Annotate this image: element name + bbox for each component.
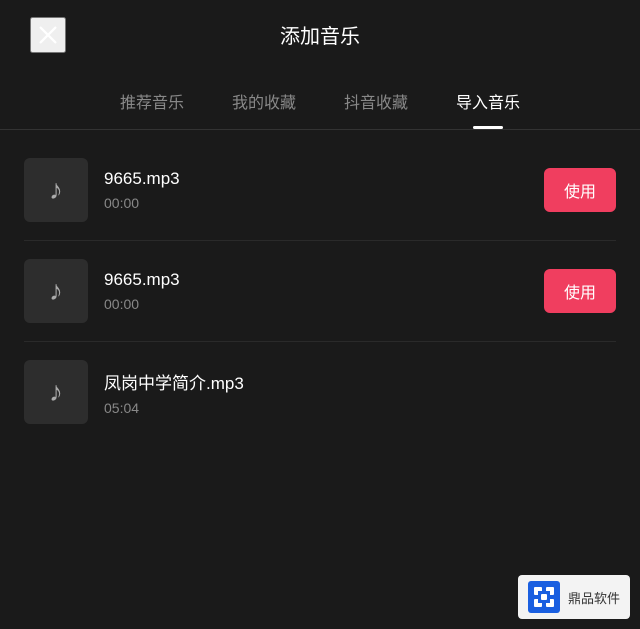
- music-thumbnail: ♪: [24, 360, 88, 424]
- list-item: ♪ 9665.mp3 00:00 使用: [0, 241, 640, 341]
- tab-bar: 推荐音乐 我的收藏 抖音收藏 导入音乐: [0, 69, 640, 130]
- tab-import[interactable]: 导入音乐: [432, 79, 544, 129]
- music-name: 9665.mp3: [104, 169, 528, 189]
- watermark-logo: [528, 581, 560, 613]
- list-item: ♪ 9665.mp3 00:00 使用: [0, 140, 640, 240]
- music-thumbnail: ♪: [24, 158, 88, 222]
- watermark-text: 鼎品软件: [568, 588, 620, 607]
- music-thumbnail: ♪: [24, 259, 88, 323]
- watermark: 鼎品软件: [518, 575, 630, 619]
- tab-douyin[interactable]: 抖音收藏: [320, 79, 432, 129]
- music-note-icon: ♪: [49, 275, 63, 307]
- tab-favorites[interactable]: 我的收藏: [208, 79, 320, 129]
- music-duration: 05:04: [104, 400, 616, 416]
- music-info: 9665.mp3 00:00: [104, 270, 528, 312]
- music-duration: 00:00: [104, 195, 528, 211]
- close-button[interactable]: [30, 17, 66, 53]
- music-info: 9665.mp3 00:00: [104, 169, 528, 211]
- music-info: 凤岗中学简介.mp3 05:04: [104, 369, 616, 416]
- tab-recommended[interactable]: 推荐音乐: [96, 79, 208, 129]
- music-list: ♪ 9665.mp3 00:00 使用 ♪ 9665.mp3 00:00 使用 …: [0, 130, 640, 452]
- music-duration: 00:00: [104, 296, 528, 312]
- music-name: 凤岗中学简介.mp3: [104, 369, 616, 394]
- music-name: 9665.mp3: [104, 270, 528, 290]
- header: 添加音乐: [0, 0, 640, 69]
- page-title: 添加音乐: [280, 20, 360, 49]
- list-item: ♪ 凤岗中学简介.mp3 05:04: [0, 342, 640, 442]
- use-button[interactable]: 使用: [544, 168, 616, 212]
- music-note-icon: ♪: [49, 174, 63, 206]
- use-button[interactable]: 使用: [544, 269, 616, 313]
- music-note-icon: ♪: [49, 376, 63, 408]
